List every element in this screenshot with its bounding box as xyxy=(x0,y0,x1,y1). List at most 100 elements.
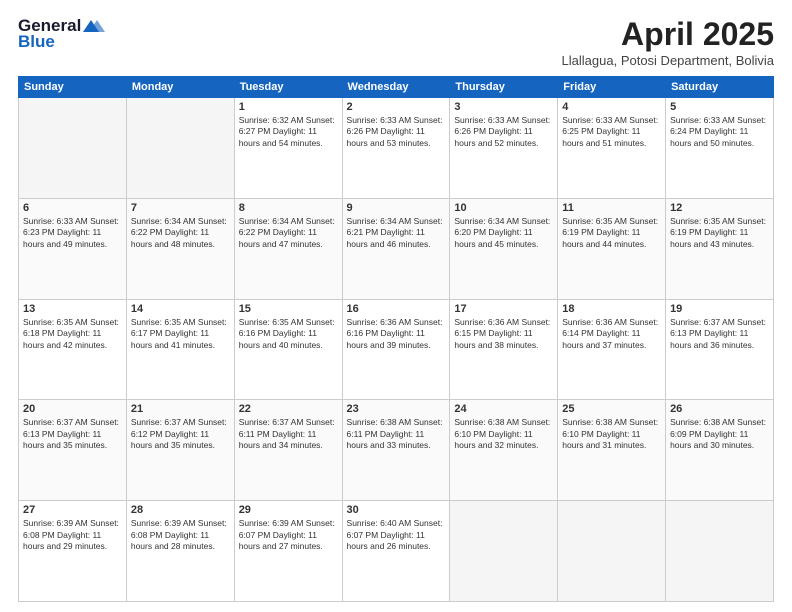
page: General Blue April 2025 Llallagua, Potos… xyxy=(0,0,792,612)
logo-blue: Blue xyxy=(18,32,55,52)
table-row: 28 Sunrise: 6:39 AM Sunset: 6:08 PM Dayli… xyxy=(126,501,234,602)
day-detail: Sunrise: 6:33 AM Sunset: 6:23 PM Dayligh… xyxy=(23,216,122,250)
calendar-week-row: 27 Sunrise: 6:39 AM Sunset: 6:08 PM Dayli… xyxy=(19,501,774,602)
table-row xyxy=(666,501,774,602)
day-number: 2 xyxy=(347,101,446,113)
day-detail: Sunrise: 6:39 AM Sunset: 6:08 PM Dayligh… xyxy=(131,518,230,552)
table-row: 18 Sunrise: 6:36 AM Sunset: 6:14 PM Dayli… xyxy=(558,299,666,400)
day-detail: Sunrise: 6:33 AM Sunset: 6:25 PM Dayligh… xyxy=(562,115,661,149)
day-detail: Sunrise: 6:37 AM Sunset: 6:13 PM Dayligh… xyxy=(23,417,122,451)
table-row: 16 Sunrise: 6:36 AM Sunset: 6:16 PM Dayli… xyxy=(342,299,450,400)
location: Llallagua, Potosi Department, Bolivia xyxy=(562,53,774,68)
table-row: 4 Sunrise: 6:33 AM Sunset: 6:25 PM Daylig… xyxy=(558,98,666,199)
table-row: 8 Sunrise: 6:34 AM Sunset: 6:22 PM Daylig… xyxy=(234,198,342,299)
day-number: 20 xyxy=(23,403,122,415)
day-detail: Sunrise: 6:34 AM Sunset: 6:22 PM Dayligh… xyxy=(131,216,230,250)
table-row xyxy=(558,501,666,602)
calendar-week-row: 1 Sunrise: 6:32 AM Sunset: 6:27 PM Daylig… xyxy=(19,98,774,199)
day-number: 26 xyxy=(670,403,769,415)
table-row xyxy=(126,98,234,199)
day-number: 5 xyxy=(670,101,769,113)
day-number: 30 xyxy=(347,504,446,516)
table-row: 25Sunrise: 6:38 AM Sunset: 6:10 PM Dayli… xyxy=(558,400,666,501)
col-monday: Monday xyxy=(126,77,234,98)
col-saturday: Saturday xyxy=(666,77,774,98)
calendar-week-row: 20 Sunrise: 6:37 AM Sunset: 6:13 PM Dayli… xyxy=(19,400,774,501)
table-row: 17 Sunrise: 6:36 AM Sunset: 6:15 PM Dayli… xyxy=(450,299,558,400)
table-row: 14 Sunrise: 6:35 AM Sunset: 6:17 PM Dayli… xyxy=(126,299,234,400)
day-number: 25 xyxy=(562,403,661,415)
table-row: 21 Sunrise: 6:37 AM Sunset: 6:12 PM Dayli… xyxy=(126,400,234,501)
day-detail: Sunrise: 6:35 AM Sunset: 6:19 PM Dayligh… xyxy=(562,216,661,250)
table-row: 13Sunrise: 6:35 AM Sunset: 6:18 PM Dayli… xyxy=(19,299,127,400)
day-number: 21 xyxy=(131,403,230,415)
table-row: 26 Sunrise: 6:38 AM Sunset: 6:09 PM Dayli… xyxy=(666,400,774,501)
table-row: 29Sunrise: 6:39 AM Sunset: 6:07 PM Dayli… xyxy=(234,501,342,602)
day-number: 27 xyxy=(23,504,122,516)
col-tuesday: Tuesday xyxy=(234,77,342,98)
day-number: 28 xyxy=(131,504,230,516)
table-row: 30 Sunrise: 6:40 AM Sunset: 6:07 PM Dayli… xyxy=(342,501,450,602)
table-row: 10 Sunrise: 6:34 AM Sunset: 6:20 PM Dayli… xyxy=(450,198,558,299)
day-number: 1 xyxy=(239,101,338,113)
day-detail: Sunrise: 6:34 AM Sunset: 6:20 PM Dayligh… xyxy=(454,216,553,250)
day-detail: Sunrise: 6:40 AM Sunset: 6:07 PM Dayligh… xyxy=(347,518,446,552)
title-block: April 2025 Llallagua, Potosi Department,… xyxy=(562,16,774,68)
day-number: 17 xyxy=(454,303,553,315)
day-number: 19 xyxy=(670,303,769,315)
calendar-header-row: Sunday Monday Tuesday Wednesday Thursday… xyxy=(19,77,774,98)
day-number: 15 xyxy=(239,303,338,315)
day-number: 8 xyxy=(239,202,338,214)
table-row: 24Sunrise: 6:38 AM Sunset: 6:10 PM Dayli… xyxy=(450,400,558,501)
day-number: 23 xyxy=(347,403,446,415)
table-row: 11 Sunrise: 6:35 AM Sunset: 6:19 PM Dayli… xyxy=(558,198,666,299)
table-row: 6Sunrise: 6:33 AM Sunset: 6:23 PM Daylig… xyxy=(19,198,127,299)
day-detail: Sunrise: 6:32 AM Sunset: 6:27 PM Dayligh… xyxy=(239,115,338,149)
day-detail: Sunrise: 6:38 AM Sunset: 6:10 PM Dayligh… xyxy=(454,417,553,451)
day-detail: Sunrise: 6:39 AM Sunset: 6:07 PM Dayligh… xyxy=(239,518,338,552)
day-detail: Sunrise: 6:36 AM Sunset: 6:14 PM Dayligh… xyxy=(562,317,661,351)
day-detail: Sunrise: 6:35 AM Sunset: 6:19 PM Dayligh… xyxy=(670,216,769,250)
table-row xyxy=(19,98,127,199)
table-row: 20 Sunrise: 6:37 AM Sunset: 6:13 PM Dayli… xyxy=(19,400,127,501)
day-detail: Sunrise: 6:34 AM Sunset: 6:21 PM Dayligh… xyxy=(347,216,446,250)
table-row: 23Sunrise: 6:38 AM Sunset: 6:11 PM Dayli… xyxy=(342,400,450,501)
day-number: 16 xyxy=(347,303,446,315)
day-detail: Sunrise: 6:37 AM Sunset: 6:11 PM Dayligh… xyxy=(239,417,338,451)
day-detail: Sunrise: 6:33 AM Sunset: 6:24 PM Dayligh… xyxy=(670,115,769,149)
day-detail: Sunrise: 6:35 AM Sunset: 6:16 PM Dayligh… xyxy=(239,317,338,351)
calendar-week-row: 13Sunrise: 6:35 AM Sunset: 6:18 PM Dayli… xyxy=(19,299,774,400)
table-row: 27 Sunrise: 6:39 AM Sunset: 6:08 PM Dayli… xyxy=(19,501,127,602)
day-number: 12 xyxy=(670,202,769,214)
day-detail: Sunrise: 6:36 AM Sunset: 6:15 PM Dayligh… xyxy=(454,317,553,351)
day-number: 11 xyxy=(562,202,661,214)
day-detail: Sunrise: 6:39 AM Sunset: 6:08 PM Dayligh… xyxy=(23,518,122,552)
day-number: 10 xyxy=(454,202,553,214)
day-number: 7 xyxy=(131,202,230,214)
table-row: 3Sunrise: 6:33 AM Sunset: 6:26 PM Daylig… xyxy=(450,98,558,199)
table-row: 9Sunrise: 6:34 AM Sunset: 6:21 PM Daylig… xyxy=(342,198,450,299)
col-friday: Friday xyxy=(558,77,666,98)
table-row: 2Sunrise: 6:33 AM Sunset: 6:26 PM Daylig… xyxy=(342,98,450,199)
logo-icon xyxy=(83,18,105,34)
calendar-week-row: 6Sunrise: 6:33 AM Sunset: 6:23 PM Daylig… xyxy=(19,198,774,299)
table-row: 7 Sunrise: 6:34 AM Sunset: 6:22 PM Daylig… xyxy=(126,198,234,299)
table-row: 1 Sunrise: 6:32 AM Sunset: 6:27 PM Daylig… xyxy=(234,98,342,199)
day-detail: Sunrise: 6:35 AM Sunset: 6:17 PM Dayligh… xyxy=(131,317,230,351)
day-detail: Sunrise: 6:37 AM Sunset: 6:13 PM Dayligh… xyxy=(670,317,769,351)
day-detail: Sunrise: 6:33 AM Sunset: 6:26 PM Dayligh… xyxy=(454,115,553,149)
col-wednesday: Wednesday xyxy=(342,77,450,98)
day-detail: Sunrise: 6:35 AM Sunset: 6:18 PM Dayligh… xyxy=(23,317,122,351)
calendar-table: Sunday Monday Tuesday Wednesday Thursday… xyxy=(18,76,774,602)
day-number: 4 xyxy=(562,101,661,113)
day-detail: Sunrise: 6:37 AM Sunset: 6:12 PM Dayligh… xyxy=(131,417,230,451)
month-title: April 2025 xyxy=(562,16,774,53)
day-number: 14 xyxy=(131,303,230,315)
table-row: 12 Sunrise: 6:35 AM Sunset: 6:19 PM Dayli… xyxy=(666,198,774,299)
day-detail: Sunrise: 6:38 AM Sunset: 6:09 PM Dayligh… xyxy=(670,417,769,451)
table-row: 5 Sunrise: 6:33 AM Sunset: 6:24 PM Daylig… xyxy=(666,98,774,199)
col-sunday: Sunday xyxy=(19,77,127,98)
day-number: 18 xyxy=(562,303,661,315)
day-detail: Sunrise: 6:36 AM Sunset: 6:16 PM Dayligh… xyxy=(347,317,446,351)
day-detail: Sunrise: 6:34 AM Sunset: 6:22 PM Dayligh… xyxy=(239,216,338,250)
